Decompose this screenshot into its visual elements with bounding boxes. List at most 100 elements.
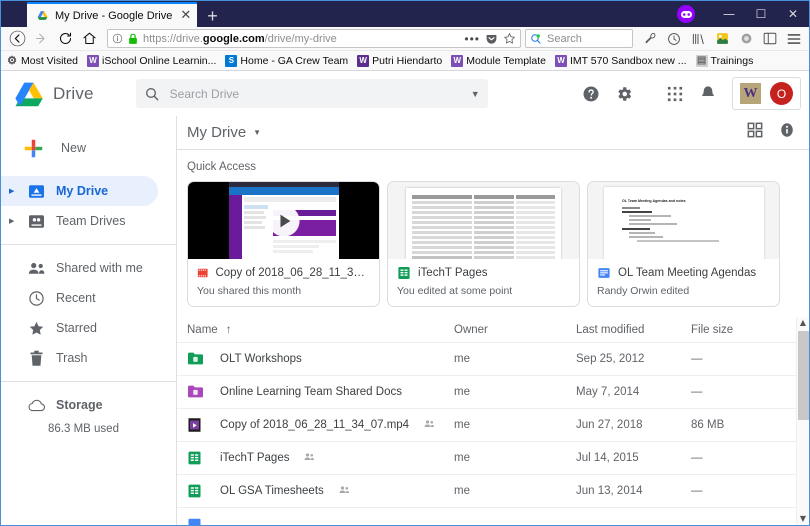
quick-access-card[interactable]: OL Team Meeting Agendas and notes OL Tea… xyxy=(587,181,780,307)
trash-icon xyxy=(27,350,46,367)
file-table: Name ↑ Owner Last modified File size OLT… xyxy=(177,317,809,525)
sheets-file-icon xyxy=(398,267,410,279)
forward-button[interactable] xyxy=(29,29,53,49)
table-rows: OLT Workshops me Sep 25, 2012— Online Learn… xyxy=(177,342,809,525)
scroll-down-arrow[interactable]: ▼ xyxy=(800,513,806,525)
column-header-owner[interactable]: Owner xyxy=(454,324,576,336)
extension-icon-2[interactable] xyxy=(735,29,757,49)
url-bar[interactable]: https://drive.google.com/drive/my-drive … xyxy=(107,29,521,48)
file-name-cell[interactable]: OL GSA Timesheets xyxy=(187,483,454,500)
card-title-row: OL Team Meeting Agendas xyxy=(597,266,770,280)
browser-search-placeholder: Search xyxy=(547,32,582,45)
avatar[interactable]: O xyxy=(770,82,793,105)
lock-icon[interactable] xyxy=(128,33,138,45)
file-name-cell[interactable]: Copy of 2018_06_28_11_34_07.mp4 xyxy=(187,417,454,434)
grid-view-icon[interactable] xyxy=(747,122,763,143)
table-row-partial[interactable] xyxy=(177,507,809,525)
sidebar-item-storage[interactable]: Storage xyxy=(1,390,176,420)
column-header-name[interactable]: Name ↑ xyxy=(187,324,454,336)
table-row[interactable]: OL GSA Timesheets me Jun 13, 2014 — xyxy=(177,474,809,507)
word-icon: W xyxy=(555,54,567,67)
close-icon[interactable]: ✕ xyxy=(180,9,191,22)
quick-access-card[interactable]: iTechT Pages You edited at some point xyxy=(387,181,580,307)
browser-tab-active[interactable]: My Drive - Google Drive ✕ xyxy=(27,2,198,27)
file-name-cell[interactable]: OLT Workshops xyxy=(187,351,454,368)
chevron-down-icon[interactable]: ▼ xyxy=(253,128,261,137)
page-actions-icon[interactable]: ••• xyxy=(464,33,480,45)
hamburger-menu-icon[interactable] xyxy=(783,29,805,49)
file-name-cell[interactable] xyxy=(187,516,799,525)
notifications-icon[interactable] xyxy=(693,79,723,109)
settings-icon[interactable] xyxy=(609,79,639,109)
sidebar-item-shared-with-me[interactable]: Shared with me xyxy=(1,253,176,283)
file-name-cell[interactable]: Online Learning Team Shared Docs xyxy=(187,384,454,401)
file-name-cell[interactable]: iTechT Pages xyxy=(187,450,454,467)
apps-grid-icon[interactable] xyxy=(660,79,690,109)
sidebar-item-team-drives[interactable]: ▶ Team Drives xyxy=(1,206,176,236)
quick-access-card[interactable]: Copy of 2018_06_28_11_34_07.mp4 You shar… xyxy=(187,181,380,307)
file-name: OL GSA Timesheets xyxy=(220,485,324,497)
back-button[interactable] xyxy=(5,29,29,49)
help-icon[interactable] xyxy=(576,79,606,109)
table-row[interactable]: Online Learning Team Shared Docs me May 7,… xyxy=(177,375,809,408)
document-thumbnail: OL Team Meeting Agendas and notes xyxy=(588,182,779,259)
bookmark-item[interactable]: W Putri Hiendarto xyxy=(357,54,442,67)
sidebar-item-trash[interactable]: Trash xyxy=(1,343,176,373)
docs-file-icon xyxy=(598,268,610,278)
extension-icon-1[interactable] xyxy=(711,29,733,49)
scroll-up-arrow[interactable]: ▲ xyxy=(800,317,806,329)
sidebar: New ▶ My Drive ▶ Team Drives Shared with me R… xyxy=(1,116,176,525)
bookmark-item[interactable]: W Module Template xyxy=(451,54,546,67)
chevron-down-icon[interactable]: ▼ xyxy=(471,89,480,99)
clock-glyph xyxy=(668,32,680,45)
details-info-icon[interactable] xyxy=(779,122,795,143)
bookmark-item[interactable]: ▤ Trainings xyxy=(695,54,753,67)
drive-brand: Drive xyxy=(53,83,94,103)
home-button[interactable] xyxy=(77,29,101,49)
sidebar-item-my-drive[interactable]: ▶ My Drive xyxy=(1,176,158,206)
library-icon[interactable] xyxy=(687,29,709,49)
column-header-file-size[interactable]: File size xyxy=(691,324,799,336)
table-row[interactable]: Copy of 2018_06_28_11_34_07.mp4 me Jun 27,… xyxy=(177,408,809,441)
minimize-button[interactable]: — xyxy=(713,7,745,21)
bookmarks-bar: ⚙ Most Visited WiSchool Online Learnin... S… xyxy=(1,51,809,71)
breadcrumb[interactable]: My Drive xyxy=(187,124,246,141)
bookmark-item[interactable]: S Home - GA Crew Team xyxy=(225,54,348,67)
url-domain: google.com xyxy=(202,32,265,45)
expand-arrow-icon[interactable]: ▶ xyxy=(9,217,17,225)
file-size-cell: — xyxy=(691,386,703,398)
pocket-icon[interactable] xyxy=(485,32,498,45)
drive-content: My Drive ▼ Quick Access Copy of 2018_06_… xyxy=(176,116,809,525)
sidebar-item-starred[interactable]: Starred xyxy=(1,313,176,343)
firefox-container-icon[interactable] xyxy=(677,5,695,23)
team-drives-icon xyxy=(27,214,46,229)
url-scheme: https://drive. xyxy=(143,32,203,45)
column-header-last-modified[interactable]: Last modified xyxy=(576,324,691,336)
table-row[interactable]: iTechT Pages me Jul 14, 2015 — xyxy=(177,441,809,474)
bookmark-star-icon[interactable] xyxy=(503,32,516,45)
folder-icon xyxy=(187,384,204,401)
table-scrollbar[interactable]: ▲ ▼ xyxy=(796,317,809,525)
account-box[interactable]: W O xyxy=(732,77,801,110)
browser-search-bar[interactable]: Search xyxy=(525,29,633,48)
reload-button[interactable] xyxy=(53,29,77,49)
sidebar-item-recent[interactable]: Recent xyxy=(1,283,176,313)
bookmark-item[interactable]: WiSchool Online Learnin... xyxy=(87,54,216,67)
table-row[interactable]: OLT Workshops me Sep 25, 2012 — xyxy=(177,342,809,375)
search-drive-input[interactable]: Search Drive ▼ xyxy=(135,79,488,108)
sidebar-toggle-icon[interactable] xyxy=(759,29,781,49)
expand-arrow-icon[interactable]: ▶ xyxy=(9,187,17,195)
sort-ascending-icon[interactable]: ↑ xyxy=(226,324,232,336)
wrench-icon[interactable] xyxy=(639,29,661,49)
bookmark-item[interactable]: ⚙ Most Visited xyxy=(6,55,78,68)
history-clock-icon[interactable] xyxy=(663,29,685,49)
page-info-icon[interactable] xyxy=(112,33,123,44)
play-button-icon[interactable] xyxy=(267,204,301,238)
scrollbar-thumb[interactable] xyxy=(797,331,809,420)
new-tab-button[interactable]: + xyxy=(197,7,226,27)
close-window-button[interactable]: ✕ xyxy=(777,7,809,21)
maximize-button[interactable]: ☐ xyxy=(745,7,777,21)
new-button[interactable]: New xyxy=(1,130,176,166)
bookmark-item[interactable]: W IMT 570 Sandbox new ... xyxy=(555,54,687,67)
card-footer: Copy of 2018_06_28_11_34_07.mp4 You shar… xyxy=(188,259,379,306)
